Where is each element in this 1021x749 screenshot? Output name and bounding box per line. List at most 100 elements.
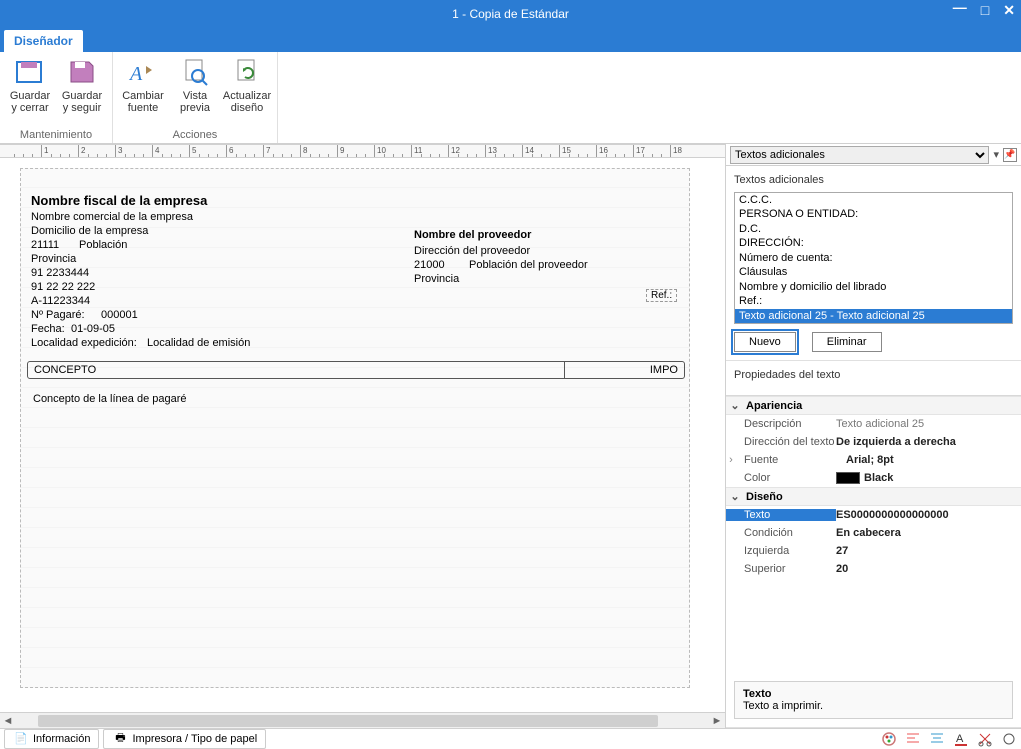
- group-design[interactable]: ⌄Diseño: [726, 487, 1021, 506]
- prop-top[interactable]: Superior20: [726, 560, 1021, 578]
- horizontal-ruler: 123456789101112131415161718: [0, 144, 725, 158]
- title-bar: 1 - Copia de Estándar ― □ ✕: [0, 0, 1021, 28]
- company-vat[interactable]: A-11223344: [31, 295, 90, 307]
- list-item[interactable]: Número de cuenta:: [735, 251, 1012, 266]
- company-city[interactable]: Población: [79, 239, 127, 251]
- underline-a-icon[interactable]: A: [953, 731, 969, 747]
- company-zip[interactable]: 21111: [31, 239, 59, 251]
- line-concept[interactable]: Concepto de la línea de pagaré: [33, 393, 187, 405]
- align-center-icon[interactable]: [929, 731, 945, 747]
- chevron-down-icon[interactable]: ▾: [993, 148, 999, 161]
- window-title: 1 - Copia de Estándar: [452, 7, 569, 21]
- group-appearance[interactable]: ⌄Apariencia: [726, 396, 1021, 415]
- maximize-icon[interactable]: □: [981, 2, 989, 19]
- supplier-zip[interactable]: 21000: [414, 259, 445, 271]
- header-concept: CONCEPTO: [28, 362, 564, 378]
- expand-icon[interactable]: ›: [726, 454, 736, 466]
- save-close-label: Guardar y cerrar: [10, 90, 50, 114]
- printer-icon: 🖶: [112, 731, 128, 747]
- date-label[interactable]: Fecha:: [31, 323, 65, 335]
- svg-text:A: A: [956, 733, 964, 745]
- list-item[interactable]: Cláusulas: [735, 265, 1012, 280]
- prop-text[interactable]: TextoES0000000000000000: [726, 506, 1021, 524]
- change-font-button[interactable]: A Cambiar fuente: [117, 54, 169, 127]
- company-phone1[interactable]: 91 2233444: [31, 267, 89, 279]
- printer-button[interactable]: 🖶 Impresora / Tipo de papel: [103, 729, 266, 749]
- list-item[interactable]: Ref.:: [735, 294, 1012, 309]
- date-value[interactable]: 01-09-05: [71, 323, 115, 335]
- save-close-button[interactable]: Guardar y cerrar: [4, 54, 56, 127]
- company-phone2[interactable]: 91 22 22 222: [31, 281, 95, 293]
- font-icon: A: [127, 56, 159, 88]
- nuevo-button[interactable]: Nuevo: [734, 332, 796, 352]
- save-continue-label: Guardar y seguir: [62, 90, 102, 114]
- prop-description[interactable]: DescripciónTexto adicional 25: [726, 415, 1021, 433]
- horizontal-scrollbar[interactable]: ◄ ►: [0, 712, 725, 728]
- close-icon[interactable]: ✕: [1003, 2, 1015, 19]
- properties-panel: Textos adicionales ▾ 📌 Textos adicionale…: [725, 144, 1021, 728]
- textos-listbox[interactable]: en el domicilio de pago siguiente:C.C.C.…: [734, 192, 1013, 324]
- save-continue-button[interactable]: Guardar y seguir: [56, 54, 108, 127]
- palette-icon[interactable]: [881, 731, 897, 747]
- panel-selector[interactable]: Textos adicionales: [730, 146, 989, 164]
- save-close-icon: [14, 56, 46, 88]
- property-description-box: Texto Texto a imprimir.: [734, 681, 1013, 719]
- prop-condition[interactable]: CondiciónEn cabecera: [726, 524, 1021, 542]
- info-icon: 📄: [13, 731, 29, 747]
- prop-color[interactable]: ColorBlack: [726, 469, 1021, 487]
- list-item[interactable]: C.C.C.: [735, 193, 1012, 208]
- color-swatch: [836, 472, 860, 484]
- prop-font[interactable]: ›FuenteArial; 8pt: [726, 451, 1021, 469]
- refresh-icon: [231, 56, 263, 88]
- refresh-design-button[interactable]: Actualizar diseño: [221, 54, 273, 127]
- loc-label[interactable]: Localidad expedición:: [31, 337, 137, 349]
- paper: Nombre fiscal de la empresa Nombre comer…: [20, 168, 690, 688]
- collapse-icon[interactable]: ⌄: [730, 399, 740, 412]
- svg-text:A: A: [128, 63, 143, 85]
- cut-icon[interactable]: [977, 731, 993, 747]
- collapse-icon[interactable]: ⌄: [730, 490, 740, 503]
- num-value[interactable]: 000001: [101, 309, 138, 321]
- header-row[interactable]: CONCEPTO IMPO: [27, 361, 685, 379]
- design-surface[interactable]: Nombre fiscal de la empresa Nombre comer…: [0, 158, 725, 712]
- tab-designer[interactable]: Diseñador: [4, 30, 83, 52]
- supplier-address[interactable]: Dirección del proveedor: [414, 245, 530, 257]
- list-item[interactable]: PERSONA O ENTIDAD:: [735, 207, 1012, 222]
- list-item[interactable]: Texto adicional 25 - Texto adicional 25: [735, 309, 1012, 324]
- preview-button[interactable]: Vista previa: [169, 54, 221, 127]
- minimize-icon[interactable]: ―: [953, 0, 967, 16]
- eliminar-button[interactable]: Eliminar: [812, 332, 882, 352]
- header-import: IMPO: [564, 362, 684, 378]
- supplier-province[interactable]: Provincia: [414, 273, 459, 285]
- props-title: Propiedades del texto: [726, 361, 1021, 389]
- list-title: Textos adicionales: [734, 174, 1013, 186]
- list-item[interactable]: Nombre y domicilio del librado: [735, 280, 1012, 295]
- company-fiscal-name[interactable]: Nombre fiscal de la empresa: [31, 193, 207, 208]
- loc-value[interactable]: Localidad de emisión: [147, 337, 250, 349]
- num-label[interactable]: Nº Pagaré:: [31, 309, 85, 321]
- save-continue-icon: [66, 56, 98, 88]
- ribbon: Guardar y cerrar Guardar y seguir Manten…: [0, 52, 1021, 144]
- info-button[interactable]: 📄 Información: [4, 729, 99, 749]
- supplier-name[interactable]: Nombre del proveedor: [414, 229, 531, 241]
- list-item[interactable]: D.C.: [735, 222, 1012, 237]
- company-commercial-name[interactable]: Nombre comercial de la empresa: [31, 211, 193, 223]
- prop-text-direction[interactable]: Dirección del textoDe izquierda a derech…: [726, 433, 1021, 451]
- list-item[interactable]: DIRECCIÓN:: [735, 236, 1012, 251]
- ribbon-group-acciones: A Cambiar fuente Vista previa Actualizar…: [113, 52, 278, 143]
- prop-left[interactable]: Izquierda27: [726, 542, 1021, 560]
- property-grid[interactable]: ⌄Apariencia DescripciónTexto adicional 2…: [726, 395, 1021, 578]
- ribbon-group-mantenimiento: Guardar y cerrar Guardar y seguir Manten…: [0, 52, 113, 143]
- scrollbar-thumb[interactable]: [38, 715, 658, 727]
- company-address[interactable]: Domicilio de la empresa: [31, 225, 148, 237]
- align-left-icon[interactable]: [905, 731, 921, 747]
- ribbon-tabstrip: Diseñador: [0, 28, 1021, 52]
- design-surface-container: 123456789101112131415161718 Nombre fisca…: [0, 144, 725, 728]
- ref-field[interactable]: Ref.:: [646, 289, 677, 302]
- company-province[interactable]: Provincia: [31, 253, 76, 265]
- supplier-city[interactable]: Población del proveedor: [469, 259, 588, 271]
- status-bar: 📄 Información 🖶 Impresora / Tipo de pape…: [0, 728, 1021, 748]
- pin-icon[interactable]: 📌: [1003, 148, 1017, 162]
- preview-icon: [179, 56, 211, 88]
- circle-icon[interactable]: [1001, 731, 1017, 747]
